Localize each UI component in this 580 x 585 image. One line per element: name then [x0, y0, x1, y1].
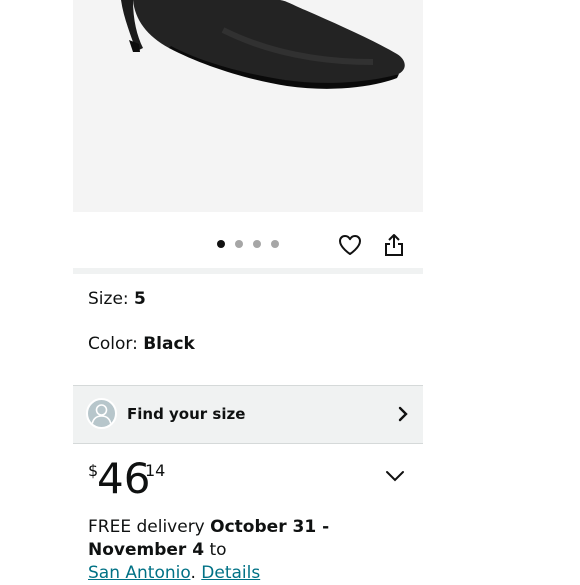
share-icon: [385, 234, 403, 256]
carousel-dot-4[interactable]: [271, 240, 279, 248]
boot-illustration: [121, 0, 405, 89]
wishlist-button[interactable]: [337, 232, 363, 258]
section-divider: [73, 268, 423, 274]
heart-icon: [339, 235, 361, 255]
chevron-right-icon: [398, 406, 408, 422]
delivery-prefix: FREE delivery: [88, 517, 211, 537]
color-selector[interactable]: Color: Black: [88, 334, 195, 354]
color-value: Black: [143, 334, 195, 354]
share-button[interactable]: [381, 232, 407, 258]
size-label: Size:: [88, 289, 135, 309]
color-label: Color:: [88, 334, 144, 354]
size-value: 5: [134, 289, 146, 309]
price-fraction: 14: [145, 461, 166, 480]
delivery-to: to: [204, 540, 227, 560]
delivery-location-link[interactable]: San Antonio: [88, 563, 190, 583]
find-size-label: Find your size: [127, 405, 246, 423]
delivery-info: FREE delivery October 31 - November 4 to…: [88, 516, 418, 585]
chevron-down-icon[interactable]: [385, 469, 405, 483]
delivery-separator: .: [190, 563, 202, 583]
size-selector[interactable]: Size: 5: [88, 289, 146, 309]
carousel-dot-1[interactable]: [217, 240, 225, 248]
avatar-icon: [86, 398, 117, 429]
product-image[interactable]: [73, 0, 423, 212]
product-panel: Size: 5 Color: Black Find your size $ 46…: [73, 0, 423, 583]
find-your-size-row[interactable]: Find your size: [73, 385, 423, 444]
carousel-dot-3[interactable]: [253, 240, 261, 248]
carousel-dot-2[interactable]: [235, 240, 243, 248]
price-whole: 46: [97, 454, 151, 503]
delivery-details-link[interactable]: Details: [201, 563, 260, 583]
carousel-dots: [217, 240, 279, 248]
